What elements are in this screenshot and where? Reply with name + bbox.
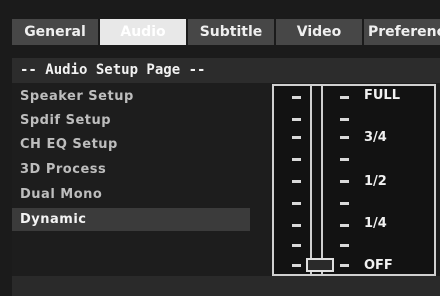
slider-handle[interactable] <box>306 258 334 272</box>
tick-mark <box>340 136 349 139</box>
tick-mark <box>292 96 301 99</box>
tick-mark <box>292 244 301 247</box>
setup-screen: General Audio Subtitle Video Preference … <box>0 0 440 296</box>
tick-mark <box>292 264 301 267</box>
level-label-off: OFF <box>364 258 393 273</box>
tick-mark <box>292 224 301 227</box>
tick-mark <box>340 96 349 99</box>
footer-bar <box>12 276 440 296</box>
menu-item-dynamic[interactable]: Dynamic <box>12 208 250 231</box>
level-label-1-2: 1/2 <box>364 174 387 189</box>
tick-mark <box>292 180 301 183</box>
tick-mark <box>340 224 349 227</box>
menu-item-dual-mono[interactable]: Dual Mono <box>12 183 250 206</box>
level-label-3-4: 3/4 <box>364 130 387 145</box>
menu-item-spdif-setup[interactable]: Spdif Setup <box>12 109 250 132</box>
tab-subtitle[interactable]: Subtitle <box>188 19 274 45</box>
slider-track <box>310 86 323 274</box>
tick-mark <box>340 202 349 205</box>
tick-mark <box>340 118 349 121</box>
tab-audio[interactable]: Audio <box>100 19 186 45</box>
tick-mark <box>292 136 301 139</box>
tick-mark <box>340 158 349 161</box>
tick-mark <box>340 244 349 247</box>
tick-mark <box>340 264 349 267</box>
tick-mark <box>292 202 301 205</box>
dynamic-slider[interactable]: FULL 3/4 1/2 1/4 OFF <box>272 84 436 276</box>
tab-bar: General Audio Subtitle Video Preference <box>12 19 440 45</box>
level-label-1-4: 1/4 <box>364 216 387 231</box>
menu-item-ch-eq-setup[interactable]: CH EQ Setup <box>12 133 250 156</box>
menu-item-speaker-setup[interactable]: Speaker Setup <box>12 85 250 108</box>
tick-mark <box>292 118 301 121</box>
tick-mark <box>340 180 349 183</box>
tab-video[interactable]: Video <box>276 19 362 45</box>
tab-general[interactable]: General <box>12 19 98 45</box>
tick-mark <box>292 158 301 161</box>
page-title: -- Audio Setup Page -- <box>12 58 440 83</box>
menu-item-3d-process[interactable]: 3D Process <box>12 158 250 181</box>
tab-preference[interactable]: Preference <box>364 19 440 45</box>
level-label-full: FULL <box>364 88 401 103</box>
